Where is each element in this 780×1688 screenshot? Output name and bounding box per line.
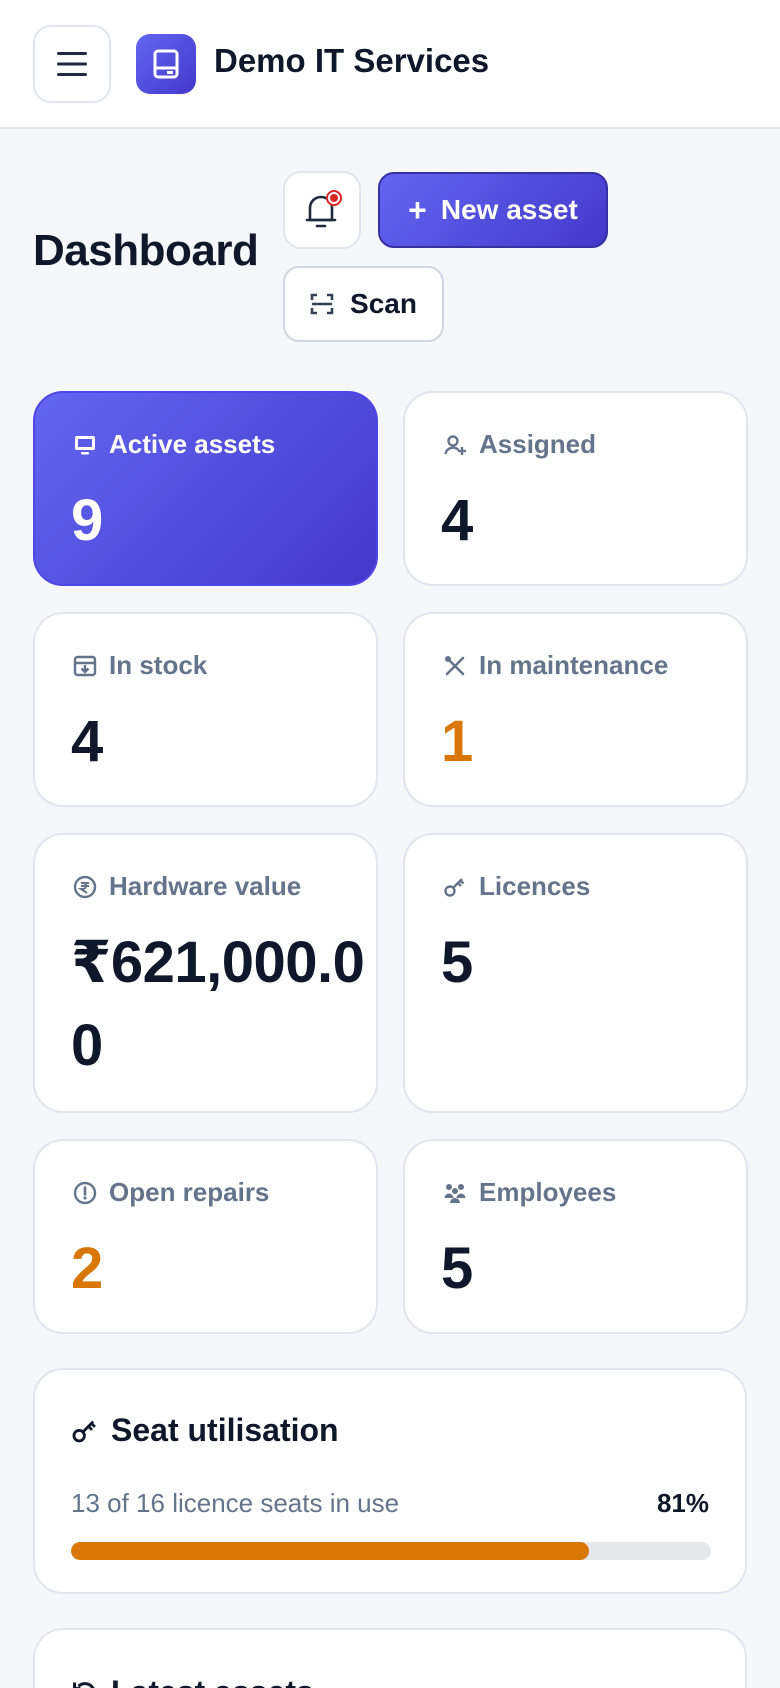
stat-label: Assigned [479, 429, 597, 459]
top-bar: Demo IT Services [0, 0, 780, 129]
stat-value: 9 [71, 488, 103, 553]
key-icon [72, 1420, 96, 1442]
stat-value: 2 [71, 1236, 103, 1301]
people-icon [444, 1183, 466, 1203]
stat-card-hardware-value[interactable]: Hardware value ₹621,000.00 [33, 833, 378, 1113]
stat-card-licences[interactable]: Licences 5 [403, 833, 748, 1113]
plus-icon: + [408, 192, 427, 228]
archive-box-icon [73, 655, 97, 676]
notification-dot [330, 194, 338, 202]
latest-assets-card: Latest assets [33, 1628, 747, 1688]
notifications-button[interactable] [283, 171, 361, 249]
seat-utilisation-progress [71, 1542, 711, 1560]
stat-card-assigned[interactable]: Assigned 4 [403, 391, 748, 586]
seat-utilisation-progress-fill [71, 1542, 590, 1560]
scan-button[interactable]: Scan [283, 266, 444, 342]
stat-label: Hardware value [109, 871, 302, 901]
stat-value: ₹621,000.00 [71, 930, 365, 1078]
brand-name[interactable]: Demo IT Services [214, 42, 489, 80]
monitor-icon [75, 435, 95, 454]
stat-value: 5 [441, 1236, 473, 1301]
new-asset-button[interactable]: + New asset [378, 172, 608, 248]
seat-utilisation-percent: 81% [656, 1488, 709, 1518]
stat-label: In stock [109, 650, 208, 680]
key-icon [444, 877, 465, 897]
stat-card-employees[interactable]: Employees 5 [403, 1139, 748, 1334]
stat-card-open-repairs[interactable]: Open repairs 2 [33, 1139, 378, 1334]
stat-card-in-maintenance[interactable]: In maintenance 1 [403, 612, 748, 807]
stat-label: Active assets [109, 429, 276, 459]
computer-icon [153, 49, 179, 79]
seat-utilisation-title: Seat utilisation [111, 1412, 339, 1448]
stat-card-in-stock[interactable]: In stock 4 [33, 612, 378, 807]
stat-value: 4 [71, 709, 103, 774]
page-title: Dashboard [33, 226, 259, 275]
stat-value: 4 [441, 488, 473, 553]
seat-utilisation-summary: 13 of 16 licence seats in use [71, 1488, 400, 1518]
menu-button[interactable] [33, 25, 111, 103]
stat-value: 1 [441, 709, 473, 774]
alert-circle-icon [73, 1181, 97, 1204]
seat-utilisation-card: Seat utilisation 13 of 16 licence seats … [33, 1368, 747, 1594]
rupee-circle-icon [73, 875, 97, 898]
bell-icon [305, 190, 342, 228]
stat-label: In maintenance [479, 650, 669, 680]
scan-icon [310, 293, 334, 315]
scan-label: Scan [350, 288, 417, 319]
tools-icon [445, 655, 465, 675]
brand-logo[interactable] [136, 34, 196, 94]
hamburger-icon [57, 52, 87, 76]
latest-assets-title: Latest assets [111, 1674, 314, 1688]
new-asset-label: New asset [440, 194, 578, 225]
stat-card-active-assets[interactable]: Active assets 9 [33, 391, 378, 586]
user-plus-icon [444, 434, 466, 455]
stat-label: Open repairs [109, 1177, 270, 1207]
stat-label: Licences [479, 871, 591, 901]
history-icon [72, 1681, 95, 1688]
stat-value: 5 [441, 930, 473, 995]
stat-label: Employees [479, 1177, 617, 1207]
